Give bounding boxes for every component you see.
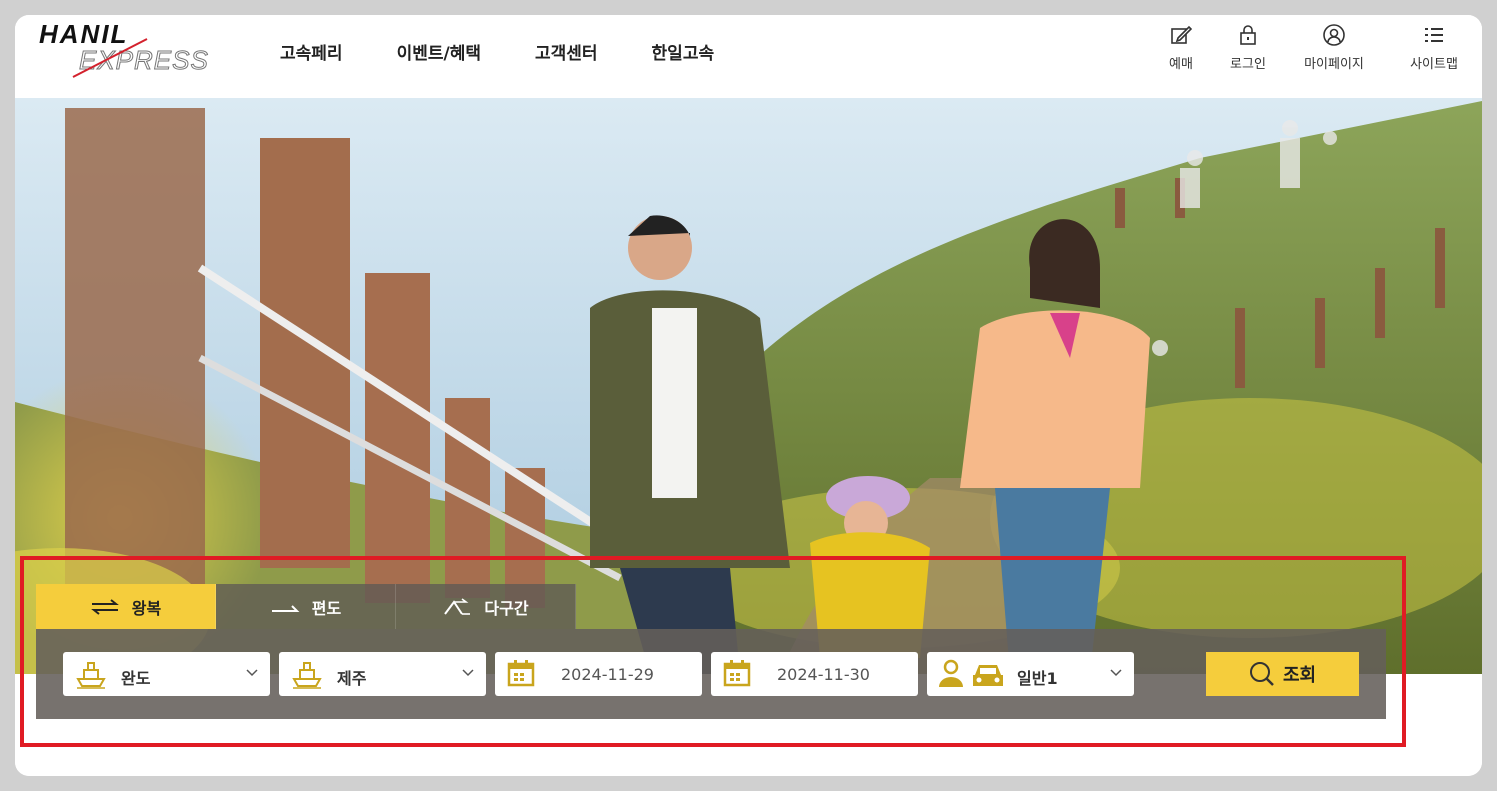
chevron-down-icon (462, 669, 474, 677)
tab-one-way[interactable]: 편도 (216, 584, 396, 629)
depart-date-value: 2024-11-29 (561, 665, 654, 684)
ship-icon (292, 662, 322, 689)
main-nav: 고속페리 이벤트/혜택 고객센터 한일고속 (280, 39, 768, 64)
nav-item-events[interactable]: 이벤트/혜택 (397, 39, 481, 64)
list-icon (1425, 28, 1443, 42)
mypage-link[interactable]: 마이페이지 (1282, 23, 1386, 72)
nav-item-hanil[interactable]: 한일고속 (652, 39, 715, 64)
page-frame: HANIL EXPRESS 고속페리 이벤트/혜택 고객센터 한일고속 예매 로… (15, 15, 1482, 776)
reservation-label: 예매 (1169, 57, 1193, 72)
passenger-select[interactable]: 일반1 (927, 652, 1134, 696)
login-link[interactable]: 로그인 (1214, 23, 1282, 72)
hanil-express-logo[interactable]: HANIL EXPRESS (37, 17, 217, 79)
nav-item-ferry[interactable]: 고속페리 (280, 39, 343, 64)
nav-item-customer-center[interactable]: 고객센터 (535, 39, 598, 64)
booking-panel: 완도 제주 2024-11-29 2024-11-30 일반1 조회 (36, 629, 1386, 719)
search-icon (1249, 662, 1274, 686)
trip-type-tabs: 왕복 편도 다구간 (36, 584, 576, 629)
search-button[interactable]: 조회 (1206, 652, 1359, 696)
search-button-label: 조회 (1282, 665, 1317, 686)
booking-widget: 왕복 편도 다구간 완도 제주 2024-11-29 2024-11-30 일반… (36, 584, 1386, 719)
lock-icon (1240, 25, 1256, 45)
return-date-value: 2024-11-30 (777, 665, 870, 684)
tab-multi-route[interactable]: 다구간 (396, 584, 576, 629)
arrival-select[interactable]: 제주 (279, 652, 486, 696)
departure-select[interactable]: 완도 (63, 652, 270, 696)
ship-icon (76, 662, 106, 689)
departure-value: 완도 (121, 669, 151, 688)
passenger-value: 일반1 (1017, 669, 1058, 688)
svg-text:EXPRESS: EXPRESS (79, 45, 209, 75)
tab-round-trip[interactable]: 왕복 (36, 584, 216, 629)
chevron-down-icon (246, 669, 258, 677)
reservation-link[interactable]: 예매 (1148, 23, 1214, 72)
one-way-icon (271, 604, 300, 612)
round-trip-icon (90, 598, 119, 615)
multi-route-icon (444, 597, 471, 615)
tab-multi-route-label: 다구간 (484, 598, 529, 618)
sitemap-link[interactable]: 사이트맵 (1386, 23, 1482, 72)
depart-date-field[interactable]: 2024-11-29 (495, 652, 702, 696)
site-header: HANIL EXPRESS 고속페리 이벤트/혜택 고객센터 한일고속 예매 로… (15, 15, 1482, 98)
mypage-label: 마이페이지 (1304, 57, 1364, 72)
arrival-value: 제주 (337, 669, 367, 688)
return-date-field[interactable]: 2024-11-30 (711, 652, 918, 696)
user-icon (1323, 24, 1345, 46)
tab-one-way-label: 편도 (311, 598, 342, 618)
utility-menu: 예매 로그인 마이페이지 사이트맵 (1148, 23, 1482, 72)
tab-round-trip-label: 왕복 (131, 598, 162, 618)
sitemap-label: 사이트맵 (1410, 57, 1458, 72)
chevron-down-icon (1110, 669, 1122, 677)
login-label: 로그인 (1230, 57, 1266, 72)
edit-icon (1171, 25, 1193, 44)
passenger-vehicle-icon (939, 659, 1003, 687)
